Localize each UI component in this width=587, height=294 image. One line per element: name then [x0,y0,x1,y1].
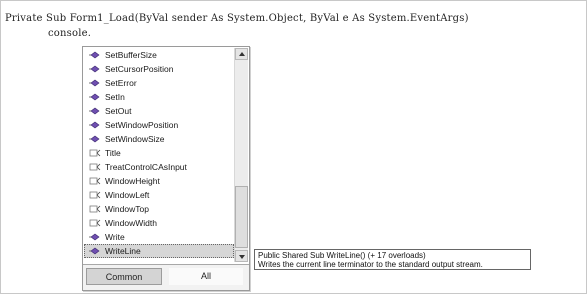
method-icon [89,233,100,241]
list-item[interactable]: SetCursorPosition [84,62,234,76]
property-icon [89,163,101,171]
method-icon [89,93,100,101]
arrow-down-icon [239,255,245,259]
method-icon [89,79,100,87]
property-icon [89,205,101,213]
scroll-down-button[interactable] [235,250,248,262]
tooltip-signature: Public Shared Sub WriteLine() (+ 17 over… [258,251,426,260]
list-item[interactable]: SetWindowPosition [84,118,234,132]
property-icon [89,191,101,199]
list-item[interactable]: Write [84,230,234,244]
code-editor[interactable]: Private Sub Form1_Load(ByVal sender As S… [0,0,587,294]
list-item[interactable]: SetIn [84,90,234,104]
list-item[interactable]: Title [84,146,234,160]
list-item-label: WindowLeft [105,190,150,200]
list-item-label: SetError [105,78,137,88]
method-icon [89,121,100,129]
scroll-thumb[interactable] [235,186,248,248]
list-item-label: SetWindowPosition [105,120,179,130]
scroll-up-button[interactable] [235,48,248,60]
list-item-label: Title [105,148,121,158]
list-item[interactable]: SetError [84,76,234,90]
list-item-label: WriteLine [105,246,141,256]
list-item[interactable]: WindowHeight [84,174,234,188]
intellisense-popup: SetBufferSize SetCursorPosition SetError Se… [82,46,250,291]
method-icon [89,247,100,255]
code-line-sub-declaration[interactable]: Private Sub Form1_Load(ByVal sender As S… [5,13,469,24]
arrow-up-icon [239,52,245,56]
list-item-label: WindowWidth [105,218,157,228]
method-icon [89,65,100,73]
list-item-label: TreatControlCAsInput [105,162,187,172]
list-item-label: SetCursorPosition [105,64,174,74]
property-icon [89,149,101,157]
member-tooltip: Public Shared Sub WriteLine() (+ 17 over… [254,249,531,270]
list-item-label: SetBufferSize [105,50,157,60]
list-item[interactable]: TreatControlCAsInput [84,160,234,174]
list-item[interactable]: WriteLine [84,244,234,258]
method-icon [89,107,100,115]
method-icon [89,135,100,143]
list-item-label: SetOut [105,106,132,116]
list-item[interactable]: SetOut [84,104,234,118]
list-item-label: WindowTop [105,204,149,214]
list-item[interactable]: WindowLeft [84,188,234,202]
member-list-scrollbar[interactable] [234,48,248,262]
intellisense-tab-bar: Common All [83,264,249,290]
property-icon [89,177,101,185]
code-line-console[interactable]: console. [48,28,91,39]
list-item-label: SetWindowSize [105,134,165,144]
list-item-label: Write [105,232,125,242]
list-item[interactable]: SetWindowSize [84,132,234,146]
property-icon [89,219,101,227]
tab-common[interactable]: Common [86,268,162,285]
member-list[interactable]: SetBufferSize SetCursorPosition SetError Se… [84,48,234,262]
list-item-label: SetIn [105,92,125,102]
list-item[interactable]: WindowTop [84,202,234,216]
list-item-label: WindowHeight [105,176,160,186]
tab-all[interactable]: All [169,268,243,285]
list-item[interactable]: SetBufferSize [84,48,234,62]
method-icon [89,51,100,59]
tooltip-description: Writes the current line terminator to th… [258,260,483,269]
list-item[interactable]: WindowWidth [84,216,234,230]
